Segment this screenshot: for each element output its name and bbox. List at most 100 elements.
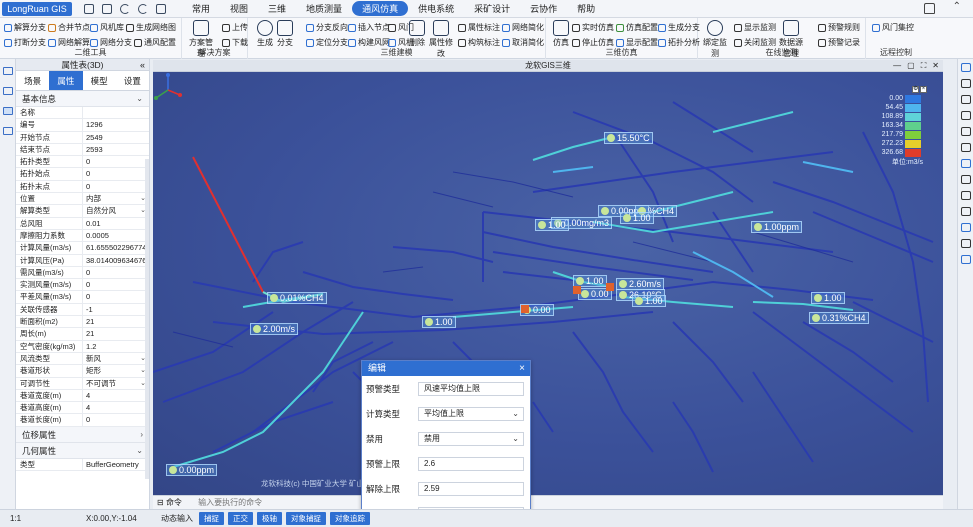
collapse-ribbon-icon[interactable]: ⌃ [953, 1, 961, 12]
ribbon-btn-alarm-rule[interactable]: 预警规则 [818, 22, 860, 33]
property-value[interactable]: 新风 ⌄ [83, 353, 149, 364]
app-logo[interactable]: LongRuan GIS [2, 1, 72, 16]
network-icon[interactable] [961, 255, 971, 264]
maximize-icon[interactable]: ⛶ [921, 60, 927, 72]
sensor-tag[interactable]: 1.00ppm [751, 221, 803, 233]
ribbon-btn-reverse-branch[interactable]: 分支反向 [306, 22, 348, 33]
panel-tab[interactable]: 场景 [16, 71, 49, 90]
ribbon-btn-generate-network[interactable]: 生成网络图 [126, 22, 176, 33]
ribbon-btn-simplify[interactable]: 网络简化 [502, 22, 544, 33]
property-value[interactable]: 2549 [83, 132, 149, 143]
eye-icon[interactable] [961, 143, 971, 152]
zoom-icon[interactable] [961, 79, 971, 88]
skin-icon[interactable] [924, 3, 935, 14]
property-value[interactable]: 0 [83, 414, 149, 425]
sensor-tag[interactable]: 1.00 [811, 292, 845, 304]
pan-icon[interactable] [961, 111, 971, 120]
property-value[interactable]: 自然分风 ⌄ [83, 205, 149, 216]
status-toggle-button[interactable]: 对象捕捉 [286, 512, 326, 525]
property-value[interactable]: 1296 [83, 119, 149, 130]
menu-tab[interactable]: 三维 [258, 1, 296, 16]
menu-tab[interactable]: 帮助 [567, 1, 605, 16]
property-value[interactable]: 内部 ⌄ [83, 193, 149, 204]
section-geometry[interactable]: 几何属性 ⌄ [16, 442, 149, 459]
axis-gizmo[interactable] [153, 72, 183, 102]
close-icon[interactable]: ✕ [932, 60, 939, 72]
undo-icon[interactable] [120, 3, 130, 14]
sensor-tag[interactable]: 15.50°C [604, 132, 653, 144]
property-value[interactable]: 21 [83, 328, 149, 339]
cube-icon[interactable] [961, 239, 971, 248]
measure-icon[interactable] [961, 175, 971, 184]
sensor-tag[interactable]: 1.00 [535, 219, 569, 231]
sensor-tag[interactable]: 1.00 [422, 316, 456, 328]
legend-settings-icon[interactable]: ⚙ [912, 86, 919, 93]
building-icon[interactable] [961, 159, 971, 168]
ribbon-btn-upload[interactable]: 上传 [222, 22, 248, 33]
property-value[interactable]: 4 [83, 402, 149, 413]
ribbon-btn-fan-library[interactable]: 风机库 [90, 22, 124, 33]
list-icon[interactable] [3, 67, 13, 75]
property-value[interactable]: 38.01400963467613 [83, 255, 149, 266]
menu-tab[interactable]: 视图 [220, 1, 258, 16]
dialog-input[interactable]: 2.6 [418, 457, 524, 471]
redo-icon[interactable] [138, 3, 148, 14]
panel-tab[interactable]: 设置 [116, 71, 149, 90]
status-toggle-button[interactable]: 极轴 [257, 512, 282, 525]
new-file-icon[interactable] [84, 3, 94, 14]
collapse-panel-icon[interactable]: « [140, 59, 145, 71]
status-toggle-button[interactable]: 捕捉 [199, 512, 224, 525]
menu-tab[interactable]: 常用 [182, 1, 220, 16]
property-value[interactable]: 矩形 ⌄ [83, 365, 149, 376]
tree-icon[interactable] [3, 87, 13, 95]
legend-close-icon[interactable]: × [920, 86, 927, 93]
dialog-input[interactable]: 2.59 [418, 482, 524, 496]
menu-tab[interactable]: 采矿设计 [464, 1, 520, 16]
property-value[interactable]: 0.01 [83, 218, 149, 229]
section-basic-info[interactable]: 基本信息 ⌄ [16, 91, 149, 107]
property-value[interactable]: 0 [83, 181, 149, 192]
property-value[interactable]: -1 [83, 304, 149, 315]
sensor-tag[interactable]: 0.01%CH4 [267, 292, 327, 304]
property-value[interactable]: 0 [83, 168, 149, 179]
ribbon-btn-sim-config[interactable]: 仿真配置 [616, 22, 658, 33]
restore-icon[interactable]: ▢ [907, 60, 915, 72]
property-value[interactable]: 0 [83, 156, 149, 167]
sensor-tag[interactable]: 1.00 [620, 212, 654, 224]
panel-tab[interactable]: 模型 [83, 71, 116, 90]
property-value[interactable]: 21 [83, 316, 149, 327]
layers-icon[interactable] [3, 127, 13, 135]
save-icon[interactable] [102, 3, 112, 14]
print-icon[interactable] [156, 3, 166, 14]
user-icon[interactable] [961, 127, 971, 136]
ribbon-btn-branch[interactable]: 分支 [270, 20, 300, 48]
menu-tab[interactable]: 供电系统 [408, 1, 464, 16]
ribbon-btn-attr-label[interactable]: 属性标注 [458, 22, 500, 33]
properties-icon[interactable] [3, 107, 13, 115]
sensor-tag[interactable]: 0.00ppm [166, 464, 218, 476]
status-toggle-button[interactable]: 对象追踪 [330, 512, 370, 525]
section-deformation[interactable]: 位移属性 › [16, 426, 149, 443]
dialog-select[interactable]: 禁用 ⌄ [418, 432, 524, 446]
command-input[interactable]: 输入要执行的命令 [198, 498, 262, 507]
3d-viewport[interactable]: 15.50°C 0.00ppm 0.00mg/m3 %CH4 1.00 1.00 1.00p… [153, 72, 943, 495]
property-value[interactable]: 0 [83, 267, 149, 278]
panel-tab[interactable]: 属性 [49, 71, 83, 90]
menu-tab[interactable]: 地质测量 [296, 1, 352, 16]
menu-tab[interactable]: 通风仿真 [352, 1, 409, 16]
status-toggle-button[interactable]: 正交 [228, 512, 253, 525]
property-value[interactable] [83, 107, 149, 118]
property-value[interactable]: 0 [83, 279, 149, 290]
ribbon-btn-generate-branch[interactable]: 生成分支 [658, 22, 700, 33]
ribbon-btn-door-control[interactable]: 风门集控 [872, 22, 914, 33]
property-value[interactable]: 0.0005 [83, 230, 149, 241]
print-icon[interactable] [961, 207, 971, 216]
panel-scrollbar[interactable] [145, 159, 149, 479]
property-value[interactable]: 0 [83, 291, 149, 302]
menu-tab[interactable]: 云协作 [520, 1, 567, 16]
close-icon[interactable]: × [519, 361, 525, 376]
dialog-input[interactable]: 风速平均值上限 [418, 382, 524, 396]
sensor-marker[interactable] [521, 305, 529, 313]
ribbon-btn-insert-node[interactable]: 插入节点 [348, 22, 390, 33]
sensor-marker[interactable] [606, 283, 614, 291]
